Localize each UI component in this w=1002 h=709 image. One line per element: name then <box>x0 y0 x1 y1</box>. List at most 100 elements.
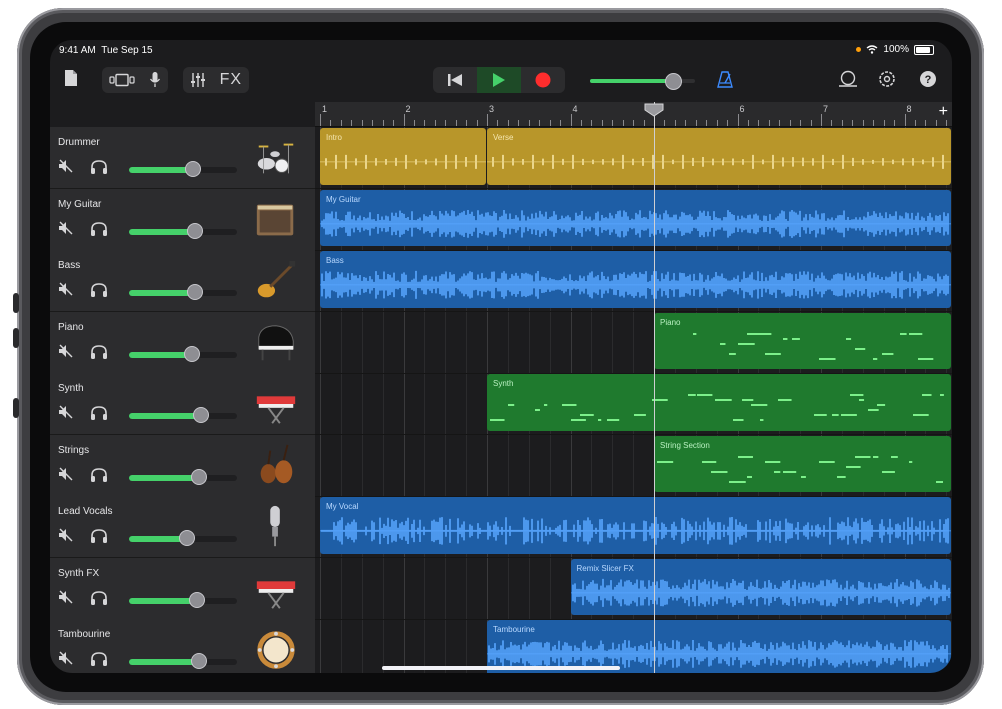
track-volume-knob[interactable] <box>186 222 203 239</box>
track-header[interactable]: Tambourine <box>50 619 315 673</box>
help-button[interactable]: ? <box>919 70 937 88</box>
add-section-button[interactable]: + <box>939 103 948 121</box>
waveform <box>320 517 951 545</box>
headphones-button[interactable] <box>90 405 108 426</box>
headphones-button[interactable] <box>90 590 108 611</box>
battery-icon <box>914 44 934 55</box>
region[interactable]: Remix Slicer FX <box>570 558 951 615</box>
speaker-muted-icon <box>59 528 73 542</box>
go-to-beginning-button[interactable] <box>433 67 477 93</box>
my-songs-button[interactable] <box>64 69 78 87</box>
track-header[interactable]: Drummer <box>50 127 315 189</box>
headphones-button[interactable] <box>90 221 108 242</box>
track-volume-slider[interactable] <box>129 407 237 423</box>
track-volume-knob[interactable] <box>179 530 196 546</box>
headphones-button[interactable] <box>90 467 108 488</box>
track-volume-slider[interactable] <box>129 591 237 608</box>
track-header[interactable]: Lead Vocals <box>50 496 315 558</box>
track-volume-slider[interactable] <box>129 284 237 300</box>
region[interactable]: Piano <box>654 312 951 369</box>
track-header[interactable]: Bass <box>50 250 315 312</box>
mute-button[interactable] <box>58 344 74 363</box>
track-volume-knob[interactable] <box>191 653 208 669</box>
waveform <box>320 154 486 169</box>
headphones-button[interactable] <box>90 159 108 180</box>
mute-button[interactable] <box>58 159 74 178</box>
settings-button[interactable] <box>878 70 896 88</box>
track-volume-slider[interactable] <box>129 222 237 239</box>
playhead[interactable] <box>654 102 655 673</box>
ruler-tick <box>706 120 708 126</box>
fx-button[interactable]: FX <box>220 71 242 89</box>
track-volume-knob[interactable] <box>186 284 203 300</box>
track-volume-slider[interactable] <box>129 345 237 362</box>
guitar-amp-icon[interactable] <box>253 197 299 243</box>
mute-button[interactable] <box>58 528 74 547</box>
mute-button[interactable] <box>58 651 74 670</box>
track-volume-slider[interactable] <box>129 468 237 485</box>
headphones-icon <box>91 590 107 605</box>
track-volume-knob[interactable] <box>191 468 208 485</box>
headphones-button[interactable] <box>90 651 108 672</box>
master-volume-slider[interactable] <box>590 73 700 90</box>
document-icon <box>65 70 77 86</box>
region[interactable]: My Guitar <box>320 189 951 246</box>
headphones-icon <box>91 467 107 482</box>
mixer-button[interactable] <box>190 72 206 88</box>
synth-keyboard-icon[interactable] <box>253 381 299 427</box>
side-button <box>13 398 19 418</box>
headphones-button[interactable] <box>90 528 108 549</box>
mute-button[interactable] <box>58 405 74 424</box>
ruler-bar-number: 7 <box>823 104 829 114</box>
play-button[interactable] <box>477 67 521 93</box>
grand-piano-icon[interactable] <box>253 320 299 366</box>
mute-button[interactable] <box>58 467 74 486</box>
track-header[interactable]: My Guitar <box>50 188 315 251</box>
track-header[interactable]: Strings <box>50 434 315 497</box>
track-header[interactable]: Piano <box>50 311 315 374</box>
timeline-ruler[interactable]: + 12345678 <box>315 102 952 127</box>
master-volume-knob[interactable] <box>665 73 682 90</box>
region[interactable]: Synth <box>487 374 951 431</box>
region[interactable]: String Section <box>654 435 951 492</box>
ruler-tick <box>716 120 718 126</box>
track-volume-slider[interactable] <box>129 161 237 177</box>
track-volume-knob[interactable] <box>183 345 200 362</box>
track-volume-slider[interactable] <box>129 530 237 546</box>
ruler-tick <box>487 114 488 126</box>
bass-guitar-icon[interactable] <box>253 258 299 304</box>
ruler-tick <box>904 114 906 126</box>
mute-button[interactable] <box>58 282 74 301</box>
headphones-button[interactable] <box>90 344 108 365</box>
playhead-handle-icon[interactable] <box>644 103 664 117</box>
metronome-button[interactable] <box>717 71 733 88</box>
ruler-tick <box>946 120 948 126</box>
smart-controls-button[interactable] <box>149 71 161 89</box>
headphones-button[interactable] <box>90 282 108 303</box>
track-header[interactable]: Synth FX <box>50 557 315 620</box>
mute-button[interactable] <box>58 221 74 240</box>
mute-button[interactable] <box>58 590 74 609</box>
track-volume-knob[interactable] <box>193 407 210 423</box>
synth-keyboard-icon[interactable] <box>253 566 299 612</box>
track-volume-slider[interactable] <box>129 653 237 669</box>
region[interactable]: Verse <box>487 128 951 185</box>
tambourine-icon[interactable] <box>253 627 299 673</box>
microphone-icon[interactable] <box>253 504 299 550</box>
loop-browser-button[interactable] <box>838 70 858 88</box>
region[interactable]: Intro <box>320 128 486 185</box>
ruler-tick <box>841 120 843 126</box>
ruler-tick <box>685 120 687 126</box>
track-volume-knob[interactable] <box>184 161 201 177</box>
drum-kit-icon[interactable] <box>253 135 299 181</box>
home-indicator[interactable] <box>382 666 620 670</box>
region[interactable]: Bass <box>320 251 951 308</box>
cello-icon[interactable] <box>253 443 299 489</box>
track-header[interactable]: Synth <box>50 373 315 435</box>
region-label: My Guitar <box>326 194 361 204</box>
browser-button[interactable] <box>109 73 135 87</box>
record-button[interactable] <box>521 67 565 93</box>
region[interactable]: My Vocal <box>320 497 951 554</box>
speaker-muted-icon <box>59 405 73 419</box>
track-volume-knob[interactable] <box>188 591 205 608</box>
